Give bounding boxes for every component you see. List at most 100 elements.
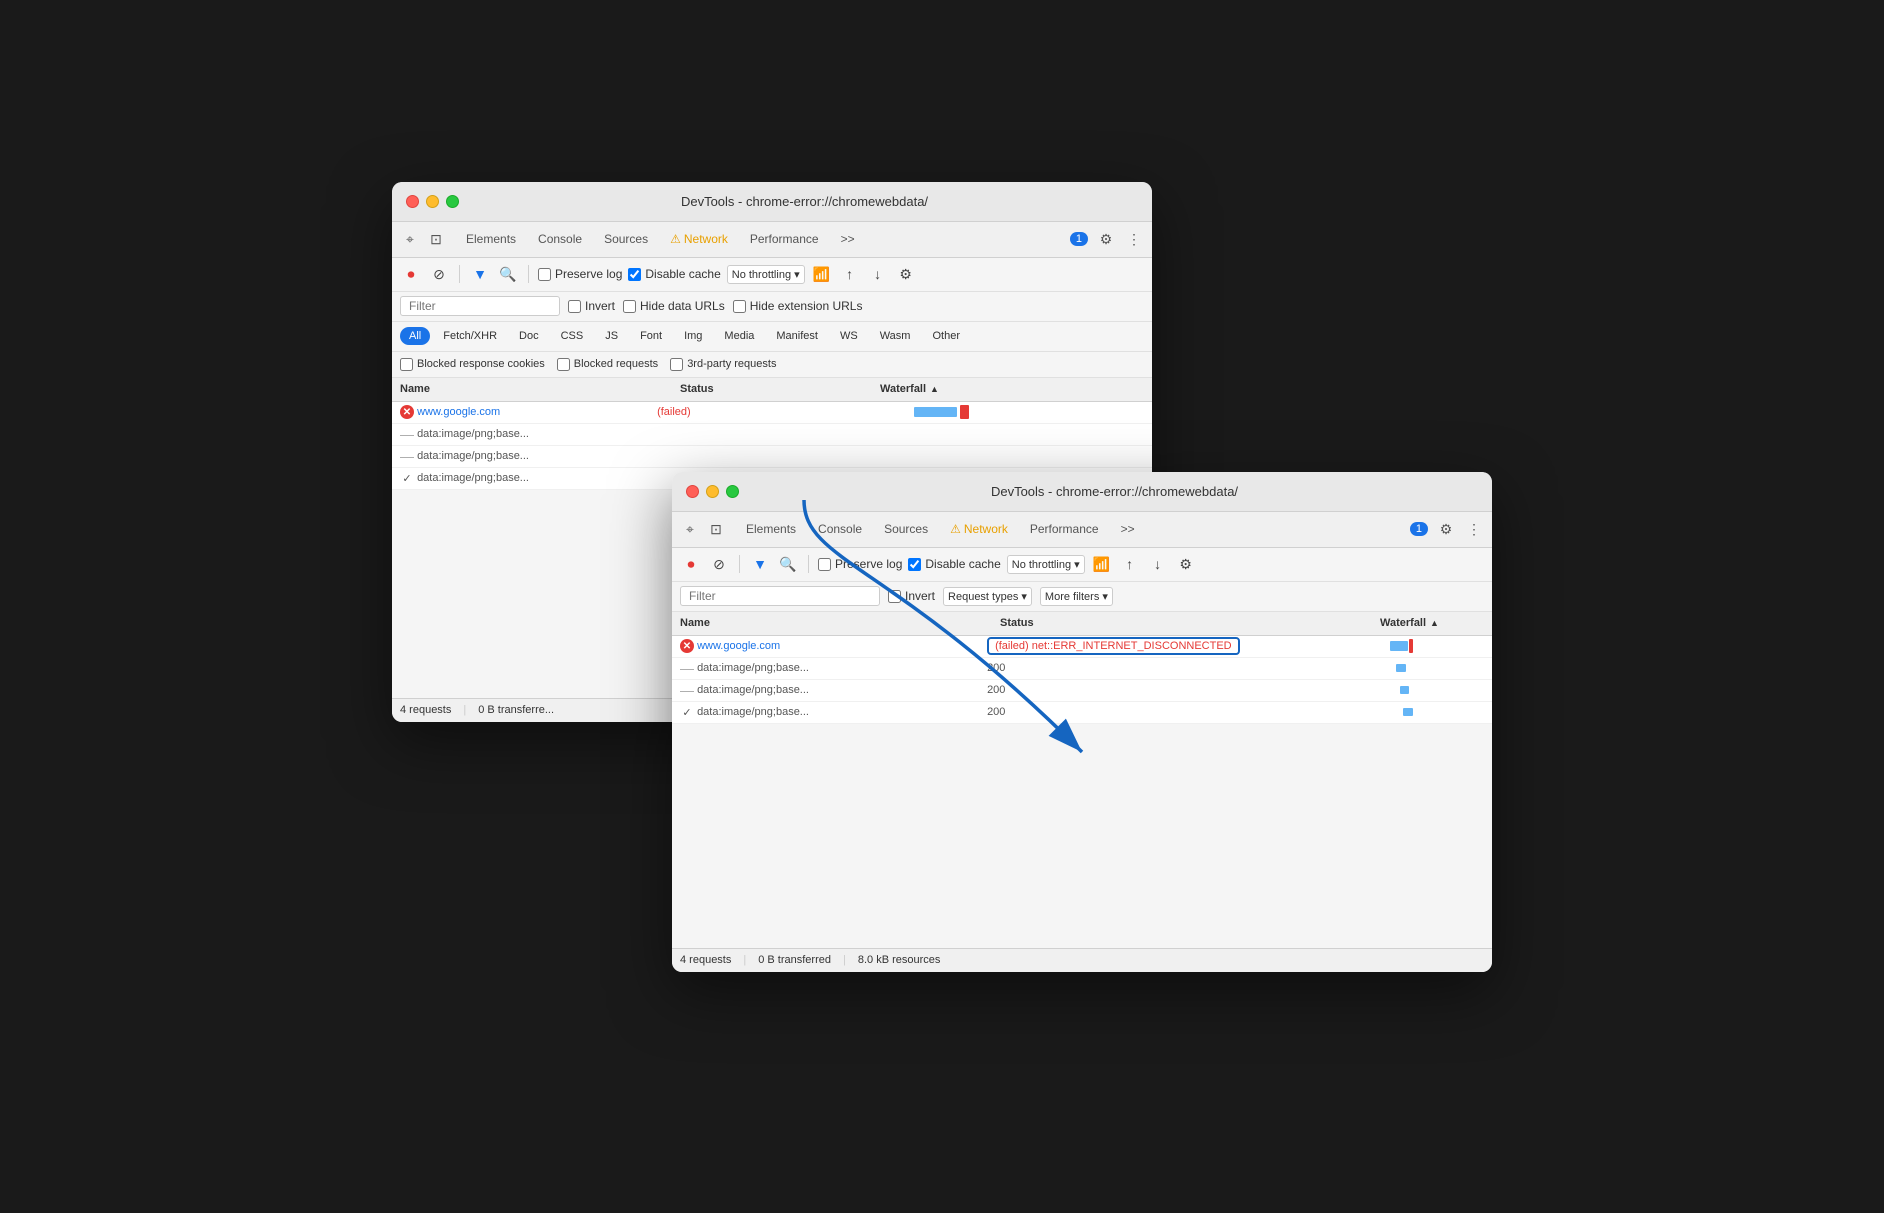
- front-invert-checkbox[interactable]: [888, 590, 901, 603]
- back-tab-end-icons: 1 ⚙ ⋮: [1070, 229, 1144, 249]
- front-wf-bar-blue-3: [1403, 708, 1412, 716]
- front-tab-sources[interactable]: Sources: [874, 518, 938, 540]
- blocked-cookies-checkbox[interactable]: [400, 358, 413, 371]
- tab-more[interactable]: >>: [831, 228, 865, 250]
- clear-button[interactable]: ⊘: [428, 263, 450, 285]
- pill-other[interactable]: Other: [923, 327, 969, 345]
- front-preserve-log-label[interactable]: Preserve log: [818, 557, 902, 571]
- maximize-button[interactable]: [446, 195, 459, 208]
- front-col-name: Name: [680, 617, 1000, 629]
- back-row-status-0: (failed): [657, 406, 857, 418]
- front-more-icon[interactable]: ⋮: [1464, 519, 1484, 539]
- front-filter-icon[interactable]: ▼: [749, 553, 771, 575]
- tab-sources[interactable]: Sources: [594, 228, 658, 250]
- front-cursor-icon[interactable]: ⌖: [680, 519, 700, 539]
- front-maximize-button[interactable]: [726, 485, 739, 498]
- tab-network[interactable]: ⚠Network: [660, 228, 738, 250]
- pill-img[interactable]: Img: [675, 327, 711, 345]
- hide-data-urls-label[interactable]: Hide data URLs: [623, 299, 725, 313]
- front-close-button[interactable]: [686, 485, 699, 498]
- front-tab-network[interactable]: ⚠Network: [940, 518, 1018, 540]
- layout-icon[interactable]: ⊡: [426, 229, 446, 249]
- front-download-icon[interactable]: ↓: [1147, 553, 1169, 575]
- tab-elements[interactable]: Elements: [456, 228, 526, 250]
- front-settings-icon[interactable]: ⚙: [1436, 519, 1456, 539]
- front-tab-console[interactable]: Console: [808, 518, 872, 540]
- front-disable-cache-label[interactable]: Disable cache: [908, 557, 1000, 571]
- preserve-log-label[interactable]: Preserve log: [538, 267, 622, 281]
- preserve-log-checkbox[interactable]: [538, 268, 551, 281]
- front-settings2-icon[interactable]: ⚙: [1175, 553, 1197, 575]
- front-wifi-icon[interactable]: 📶: [1091, 553, 1113, 575]
- front-invert-label[interactable]: Invert: [888, 589, 935, 603]
- pill-wasm[interactable]: Wasm: [871, 327, 920, 345]
- invert-label[interactable]: Invert: [568, 299, 615, 313]
- front-upload-icon[interactable]: ↑: [1119, 553, 1141, 575]
- front-record-button[interactable]: ⏺: [680, 553, 702, 575]
- download-icon[interactable]: ↓: [867, 263, 889, 285]
- front-table-body: ✕ www.google.com (failed) net::ERR_INTER…: [672, 636, 1492, 724]
- disable-cache-label[interactable]: Disable cache: [628, 267, 720, 281]
- record-button[interactable]: ⏺: [400, 263, 422, 285]
- pill-font[interactable]: Font: [631, 327, 671, 345]
- pill-ws[interactable]: WS: [831, 327, 867, 345]
- front-throttle-select[interactable]: No throttling ▾: [1007, 555, 1085, 574]
- front-more-filters[interactable]: More filters ▾: [1040, 587, 1113, 606]
- back-table-row-1[interactable]: — data:image/png;base...: [392, 424, 1152, 446]
- tab-console[interactable]: Console: [528, 228, 592, 250]
- disable-cache-checkbox[interactable]: [628, 268, 641, 281]
- front-minimize-button[interactable]: [706, 485, 719, 498]
- third-party-checkbox[interactable]: [670, 358, 683, 371]
- hide-data-urls-checkbox[interactable]: [623, 300, 636, 313]
- front-request-types[interactable]: Request types ▾: [943, 587, 1032, 606]
- toolbar-divider-2: [528, 265, 529, 283]
- pill-media[interactable]: Media: [715, 327, 763, 345]
- front-table-row-0[interactable]: ✕ www.google.com (failed) net::ERR_INTER…: [672, 636, 1492, 658]
- pill-css[interactable]: CSS: [552, 327, 593, 345]
- cursor-icon[interactable]: ⌖: [400, 229, 420, 249]
- front-preserve-log-checkbox[interactable]: [818, 558, 831, 571]
- front-tab-more[interactable]: >>: [1111, 518, 1145, 540]
- invert-checkbox[interactable]: [568, 300, 581, 313]
- pill-all[interactable]: All: [400, 327, 430, 345]
- front-table-row-3[interactable]: ✓ data:image/png;base... 200: [672, 702, 1492, 724]
- front-tab-elements[interactable]: Elements: [736, 518, 806, 540]
- front-tab-performance[interactable]: Performance: [1020, 518, 1109, 540]
- front-search-icon[interactable]: 🔍: [777, 553, 799, 575]
- more-icon[interactable]: ⋮: [1124, 229, 1144, 249]
- front-disable-cache-checkbox[interactable]: [908, 558, 921, 571]
- front-filter-input[interactable]: [680, 586, 880, 606]
- third-party-label[interactable]: 3rd-party requests: [670, 358, 776, 371]
- hide-ext-urls-checkbox[interactable]: [733, 300, 746, 313]
- filter-input[interactable]: [400, 296, 560, 316]
- filter-icon[interactable]: ▼: [469, 263, 491, 285]
- close-button[interactable]: [406, 195, 419, 208]
- settings2-icon[interactable]: ⚙: [895, 263, 917, 285]
- wifi-icon[interactable]: 📶: [811, 263, 833, 285]
- blocked-requests-label[interactable]: Blocked requests: [557, 358, 658, 371]
- back-table-row-0[interactable]: ✕ www.google.com (failed): [392, 402, 1152, 424]
- pill-doc[interactable]: Doc: [510, 327, 548, 345]
- front-layout-icon[interactable]: ⊡: [706, 519, 726, 539]
- back-title-bar: DevTools - chrome-error://chromewebdata/: [392, 182, 1152, 222]
- front-table-row-1[interactable]: — data:image/png;base... 200: [672, 658, 1492, 680]
- minimize-button[interactable]: [426, 195, 439, 208]
- front-clear-button[interactable]: ⊘: [708, 553, 730, 575]
- upload-icon[interactable]: ↑: [839, 263, 861, 285]
- pill-fetch-xhr[interactable]: Fetch/XHR: [434, 327, 506, 345]
- blocked-requests-checkbox[interactable]: [557, 358, 570, 371]
- front-row-status-2: 200: [987, 684, 1367, 696]
- settings-icon[interactable]: ⚙: [1096, 229, 1116, 249]
- sort-arrow-icon: ▲: [930, 384, 939, 394]
- pill-manifest[interactable]: Manifest: [767, 327, 827, 345]
- back-table-row-2[interactable]: — data:image/png;base...: [392, 446, 1152, 468]
- tab-performance[interactable]: Performance: [740, 228, 829, 250]
- blocked-cookies-label[interactable]: Blocked response cookies: [400, 358, 545, 371]
- back-col-status: Status: [680, 383, 880, 395]
- throttle-select[interactable]: No throttling ▾: [727, 265, 805, 284]
- back-row-name-3: data:image/png;base...: [417, 472, 657, 484]
- pill-js[interactable]: JS: [596, 327, 627, 345]
- hide-ext-urls-label[interactable]: Hide extension URLs: [733, 299, 863, 313]
- search-icon[interactable]: 🔍: [497, 263, 519, 285]
- front-table-row-2[interactable]: — data:image/png;base... 200: [672, 680, 1492, 702]
